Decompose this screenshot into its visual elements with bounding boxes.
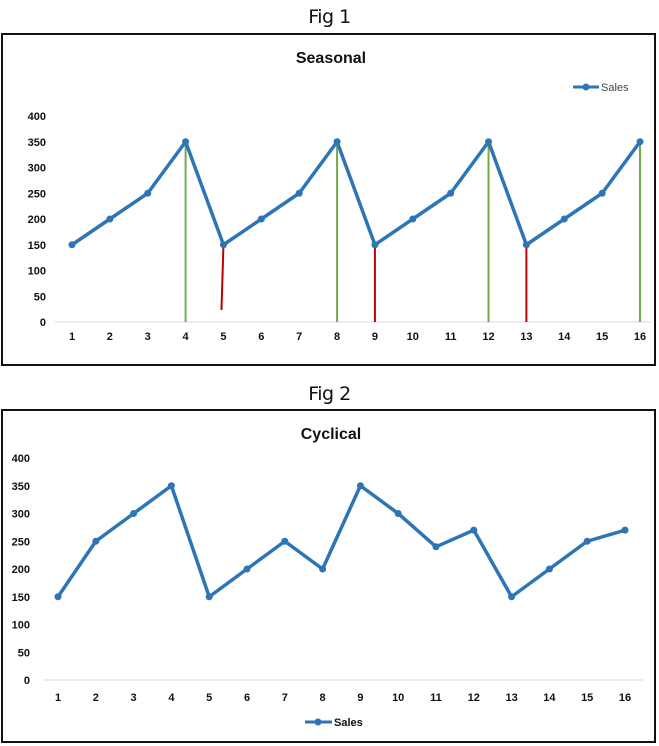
data-point (560, 215, 568, 223)
x-tick-label: 3 (145, 331, 151, 343)
y-tick-label: 200 (12, 564, 30, 576)
data-point (167, 482, 175, 490)
data-point (319, 565, 327, 573)
data-point (485, 138, 493, 146)
y-tick-label: 300 (28, 163, 46, 175)
chart-title: Seasonal (296, 50, 366, 67)
data-point (636, 138, 644, 146)
data-point (409, 215, 417, 223)
legend: Sales (573, 82, 629, 94)
y-tick-label: 350 (12, 481, 30, 493)
legend-label: Sales (601, 82, 629, 94)
x-tick-label: 9 (372, 331, 378, 343)
data-point (470, 526, 478, 534)
x-tick-label: 16 (634, 331, 646, 343)
legend-label: Sales (334, 717, 363, 729)
data-point (243, 565, 251, 573)
x-tick-label: 14 (543, 692, 556, 704)
x-tick-label: 15 (596, 331, 608, 343)
data-point (432, 543, 440, 551)
y-tick-label: 150 (12, 592, 30, 604)
y-tick-label: 100 (28, 266, 46, 278)
y-tick-label: 100 (12, 620, 30, 632)
data-point (371, 241, 379, 249)
x-tick-label: 7 (282, 692, 288, 704)
x-tick-label: 8 (320, 692, 326, 704)
data-point (583, 537, 591, 545)
x-tick-label: 10 (392, 692, 404, 704)
x-tick-label: 4 (183, 331, 190, 343)
x-tick-label: 15 (581, 692, 593, 704)
data-point (333, 138, 341, 146)
x-tick-label: 14 (558, 331, 571, 343)
x-tick-label: 12 (468, 692, 480, 704)
data-point (257, 215, 265, 223)
trough-drop-line (220, 244, 225, 311)
cyclical-chart: Cyclical Sales 050100150200250300350400 … (12, 426, 643, 729)
x-tick-label: 13 (520, 331, 532, 343)
data-point (621, 526, 629, 534)
x-tick-label: 8 (334, 331, 340, 343)
x-tick-label: 6 (244, 692, 250, 704)
y-tick-label: 150 (28, 240, 46, 252)
x-tick-label: 11 (430, 692, 442, 704)
legend-marker-icon (582, 83, 590, 91)
data-point (281, 537, 289, 545)
figure-2-label: Fig 2 (308, 383, 351, 405)
x-tick-label: 12 (482, 331, 494, 343)
cyclical-chart-frame: Cyclical Sales 0 50 100 150 200 250 300 350 400 … (1, 409, 656, 743)
data-point (54, 593, 62, 601)
x-tick-label: 16 (619, 692, 631, 704)
x-tick-label: 3 (131, 692, 137, 704)
x-tick-label: 1 (55, 692, 61, 704)
x-tick-label: 7 (296, 331, 302, 343)
data-point (130, 510, 138, 517)
x-tick-label: 2 (107, 331, 113, 343)
data-point (205, 593, 213, 601)
legend-marker-icon (314, 718, 322, 726)
seasonal-chart: Seasonal Sales 050100150200250300350400 … (28, 50, 651, 343)
y-tick-label: 50 (34, 291, 46, 303)
x-tick-label: 10 (407, 331, 419, 343)
data-point (356, 482, 364, 490)
data-point (394, 510, 402, 517)
y-tick-label: 400 (28, 111, 46, 123)
x-tick-label: 4 (168, 692, 175, 704)
data-point (447, 189, 455, 197)
data-point (68, 241, 76, 249)
y-tick-label: 250 (28, 188, 46, 200)
y-tick-label: 350 (28, 137, 46, 149)
y-tick-label: 50 (18, 647, 30, 659)
y-tick-label: 250 (12, 536, 30, 548)
y-tick-label: 200 (28, 214, 46, 226)
data-point (92, 537, 100, 545)
chart-title: Cyclical (301, 426, 361, 443)
y-tick-label: 400 (12, 453, 30, 465)
x-tick-label: 1 (69, 331, 75, 343)
x-tick-label: 2 (93, 692, 99, 704)
y-tick-label: 0 (40, 317, 46, 329)
legend: Sales (305, 717, 363, 729)
y-tick-label: 0 (24, 675, 30, 687)
data-point (182, 138, 190, 146)
x-tick-label: 5 (220, 331, 226, 343)
figure-1-label: Fig 1 (308, 6, 351, 28)
data-point (144, 189, 152, 197)
data-point (219, 241, 227, 249)
series-line (71, 140, 642, 247)
data-point (545, 565, 553, 573)
data-point (522, 241, 530, 249)
data-point (295, 189, 303, 197)
series-line (56, 484, 626, 599)
seasonal-chart-frame: Seasonal Sales 0 50 100 150 200 250 300 350 400 … (1, 33, 656, 366)
x-tick-label: 13 (505, 692, 517, 704)
data-point (508, 593, 516, 601)
x-tick-label: 5 (206, 692, 212, 704)
data-point (106, 215, 114, 223)
x-tick-label: 6 (258, 331, 264, 343)
y-tick-label: 300 (12, 509, 30, 521)
x-tick-label: 11 (445, 331, 457, 343)
x-tick-label: 9 (357, 692, 363, 704)
data-point (598, 189, 606, 197)
